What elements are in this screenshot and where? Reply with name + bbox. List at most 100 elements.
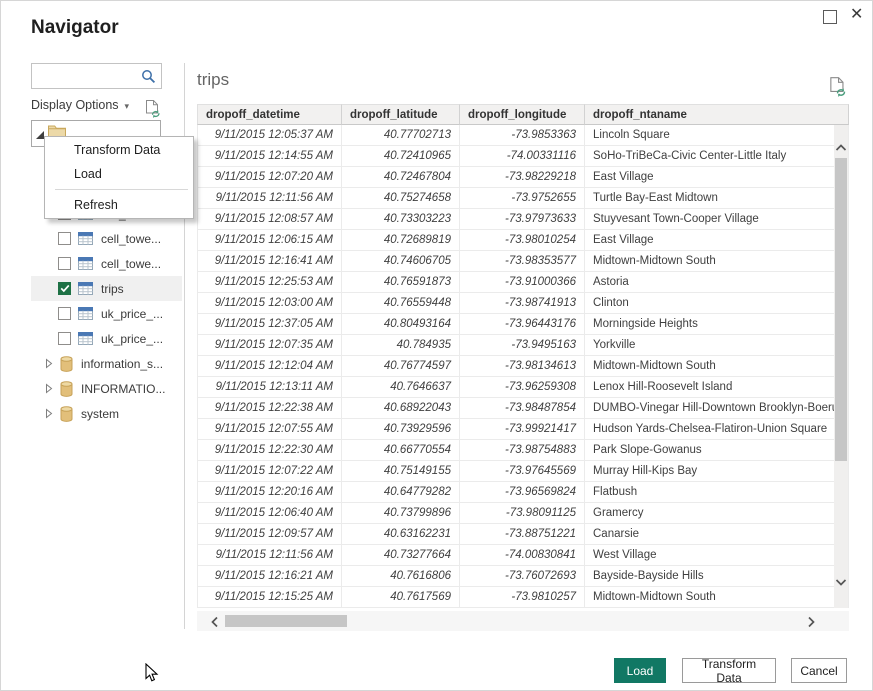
cell-dropoff_latitude: 40.63162231 [342, 524, 460, 545]
maximize-icon[interactable] [823, 10, 837, 24]
transform-data-button[interactable]: Transform Data [682, 658, 776, 683]
horizontal-scroll-thumb[interactable] [225, 615, 347, 627]
chevron-expanded-icon[interactable] [36, 131, 44, 139]
table-row: 9/11/2015 12:16:41 AM40.74606705-73.9835… [197, 251, 849, 272]
cell-dropoff_longitude: -73.76072693 [460, 566, 585, 587]
cell-dropoff_longitude: -73.96443176 [460, 314, 585, 335]
refresh-data-icon[interactable] [828, 76, 848, 103]
cell-dropoff_datetime: 9/11/2015 12:14:55 AM [197, 146, 342, 167]
tree-item-label: information_s... [81, 357, 163, 371]
sidebar-item-cell-towe[interactable]: cell_towe... [31, 226, 182, 251]
cell-dropoff_latitude: 40.72410965 [342, 146, 460, 167]
cell-dropoff_longitude: -73.96259308 [460, 377, 585, 398]
column-header-dropoff_latitude: dropoff_latitude [342, 104, 460, 125]
cell-dropoff_datetime: 9/11/2015 12:16:41 AM [197, 251, 342, 272]
cell-dropoff_ntaname: Midtown-Midtown South [585, 251, 849, 272]
cell-dropoff_datetime: 9/11/2015 12:11:56 AM [197, 188, 342, 209]
scroll-down-icon[interactable] [835, 573, 847, 591]
cell-dropoff_longitude: -73.98754883 [460, 440, 585, 461]
cell-dropoff_datetime: 9/11/2015 12:05:37 AM [197, 125, 342, 146]
table-row: 9/11/2015 12:20:16 AM40.64779282-73.9656… [197, 482, 849, 503]
table-row: 9/11/2015 12:15:25 AM40.7617569-73.98102… [197, 587, 849, 608]
cell-dropoff_latitude: 40.73929596 [342, 419, 460, 440]
table-row: 9/11/2015 12:05:37 AM40.77702713-73.9853… [197, 125, 849, 146]
cell-dropoff_latitude: 40.80493164 [342, 314, 460, 335]
database-icon [60, 381, 73, 397]
table-row: 9/11/2015 12:14:55 AM40.72410965-74.0033… [197, 146, 849, 167]
horizontal-scrollbar[interactable] [197, 611, 849, 631]
tree-item-label: trips [101, 282, 124, 296]
table-row: 9/11/2015 12:22:38 AM40.68922043-73.9848… [197, 398, 849, 419]
cell-dropoff_datetime: 9/11/2015 12:37:05 AM [197, 314, 342, 335]
table-row: 9/11/2015 12:13:11 AM40.7646637-73.96259… [197, 377, 849, 398]
cell-dropoff_ntaname: Flatbush [585, 482, 849, 503]
cell-dropoff_ntaname: Park Slope-Gowanus [585, 440, 849, 461]
chevron-right-icon[interactable] [45, 383, 53, 394]
cell-dropoff_longitude: -73.96569824 [460, 482, 585, 503]
database-icon [60, 356, 73, 372]
display-options-dropdown[interactable]: Display Options▾ [31, 98, 129, 112]
cell-dropoff_ntaname: Canarsie [585, 524, 849, 545]
scroll-up-icon[interactable] [835, 139, 847, 157]
cell-dropoff_longitude: -73.98229218 [460, 167, 585, 188]
vertical-scrollbar[interactable] [834, 125, 848, 608]
chevron-right-icon[interactable] [45, 358, 53, 369]
cell-dropoff_ntaname: Midtown-Midtown South [585, 356, 849, 377]
cell-dropoff_latitude: 40.72689819 [342, 230, 460, 251]
cell-dropoff_datetime: 9/11/2015 12:16:21 AM [197, 566, 342, 587]
cell-dropoff_datetime: 9/11/2015 12:15:25 AM [197, 587, 342, 608]
table-row: 9/11/2015 12:16:21 AM40.7616806-73.76072… [197, 566, 849, 587]
close-icon[interactable]: ✕ [850, 4, 863, 26]
checkbox-unchecked[interactable] [58, 232, 71, 245]
table-row: 9/11/2015 12:03:00 AM40.76559448-73.9874… [197, 293, 849, 314]
vertical-scroll-thumb[interactable] [835, 158, 847, 461]
cell-dropoff_ntaname: Murray Hill-Kips Bay [585, 461, 849, 482]
navigator-dialog: Navigator ✕ Display Options▾ [0, 0, 873, 691]
cancel-button[interactable]: Cancel [791, 658, 847, 683]
menu-item-transform-data[interactable]: Transform Data [45, 138, 193, 162]
cell-dropoff_longitude: -73.98091125 [460, 503, 585, 524]
load-button[interactable]: Load [614, 658, 666, 683]
checkbox-checked[interactable] [58, 282, 71, 295]
tree-item-label: uk_price_... [101, 307, 163, 321]
table-row: 9/11/2015 12:11:56 AM40.75274658-73.9752… [197, 188, 849, 209]
tree-item-label: INFORMATIO... [81, 382, 165, 396]
sidebar-item-trips[interactable]: trips [31, 276, 182, 301]
sidebar-item-uk-price[interactable]: uk_price_... [31, 326, 182, 351]
scroll-right-icon[interactable] [807, 615, 815, 633]
cell-dropoff_datetime: 9/11/2015 12:07:35 AM [197, 335, 342, 356]
sidebar-item-informatio[interactable]: INFORMATIO... [31, 376, 182, 401]
cell-dropoff_ntaname: East Village [585, 167, 849, 188]
table-row: 9/11/2015 12:07:22 AM40.75149155-73.9764… [197, 461, 849, 482]
cell-dropoff_datetime: 9/11/2015 12:07:55 AM [197, 419, 342, 440]
cell-dropoff_latitude: 40.74606705 [342, 251, 460, 272]
scroll-left-icon[interactable] [211, 615, 219, 633]
checkbox-unchecked[interactable] [58, 307, 71, 320]
menu-item-load[interactable]: Load [45, 162, 193, 186]
cell-dropoff_datetime: 9/11/2015 12:07:22 AM [197, 461, 342, 482]
search-box [31, 63, 162, 89]
cell-dropoff_latitude: 40.64779282 [342, 482, 460, 503]
sidebar-item-uk-price[interactable]: uk_price_... [31, 301, 182, 326]
search-input[interactable] [32, 64, 144, 86]
checkbox-unchecked[interactable] [58, 332, 71, 345]
cell-dropoff_longitude: -73.98353577 [460, 251, 585, 272]
cell-dropoff_ntaname: DUMBO-Vinegar Hill-Downtown Brooklyn-Boe… [585, 398, 849, 419]
cell-dropoff_longitude: -73.88751221 [460, 524, 585, 545]
sidebar-item-cell-towe[interactable]: cell_towe... [31, 251, 182, 276]
sidebar-item-system[interactable]: system [31, 401, 182, 426]
cell-dropoff_datetime: 9/11/2015 12:22:30 AM [197, 440, 342, 461]
cell-dropoff_ntaname: Astoria [585, 272, 849, 293]
table-row: 9/11/2015 12:37:05 AM40.80493164-73.9644… [197, 314, 849, 335]
menu-item-refresh[interactable]: Refresh [45, 193, 193, 217]
chevron-right-icon[interactable] [45, 408, 53, 419]
checkbox-unchecked[interactable] [58, 257, 71, 270]
cell-dropoff_latitude: 40.7617569 [342, 587, 460, 608]
cell-dropoff_datetime: 9/11/2015 12:07:20 AM [197, 167, 342, 188]
sidebar-item-information-s[interactable]: information_s... [31, 351, 182, 376]
cell-dropoff_ntaname: Yorkville [585, 335, 849, 356]
cell-dropoff_datetime: 9/11/2015 12:03:00 AM [197, 293, 342, 314]
cell-dropoff_datetime: 9/11/2015 12:06:15 AM [197, 230, 342, 251]
table-row: 9/11/2015 12:07:35 AM40.784935-73.949516… [197, 335, 849, 356]
cell-dropoff_latitude: 40.73303223 [342, 209, 460, 230]
